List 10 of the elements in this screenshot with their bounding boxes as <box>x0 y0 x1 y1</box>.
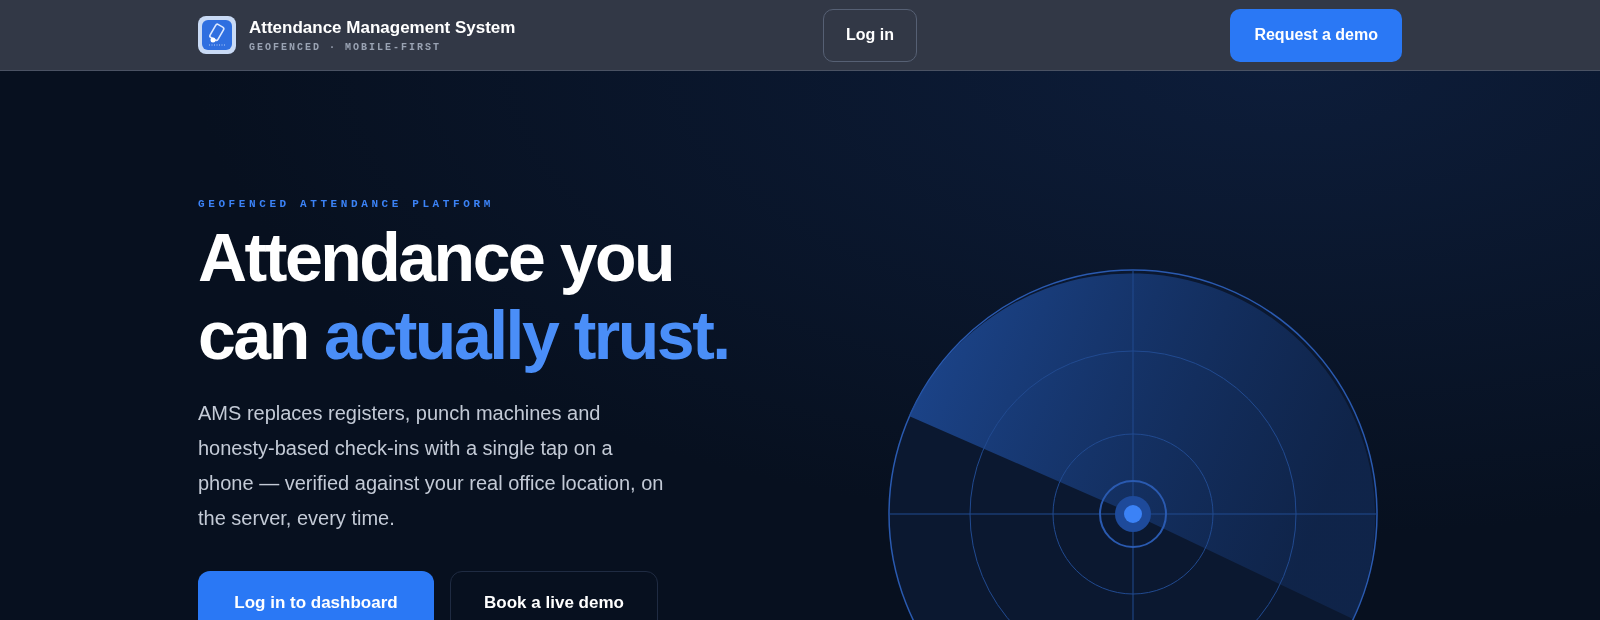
logo-icon <box>198 16 236 54</box>
hero-heading: Attendance you can actually trust. <box>198 218 730 374</box>
dashboard-button[interactable]: Log in to dashboard <box>198 571 434 620</box>
app-name: Attendance Management System <box>249 17 516 38</box>
tagline: GEOFENCED · MOBILE-FIRST <box>249 41 443 53</box>
demo-button[interactable]: Book a live demo <box>450 571 658 620</box>
request-demo-button[interactable]: Request a demo <box>1230 8 1402 62</box>
eyebrow-text: GEOFENCED ATTENDANCE PLATFORM <box>198 198 495 210</box>
login-button[interactable]: Log in <box>823 8 917 62</box>
hero-description: AMS replaces registers, punch machines and honesty-based check-ins with a single tap on a phone — verified against your real office location, on the server, every time. <box>198 401 665 531</box>
